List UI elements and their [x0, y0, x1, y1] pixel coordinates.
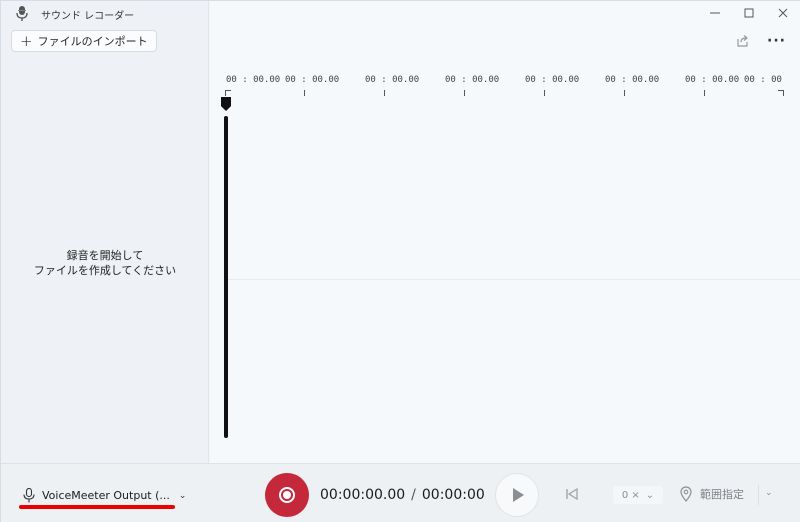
ruler-label: 00 : 00 [744, 75, 782, 85]
waveform-baseline [228, 279, 800, 280]
ruler-label: 00 : 00.00 [365, 75, 420, 85]
range-select-button[interactable]: 範囲指定 [679, 486, 744, 502]
import-file-button[interactable]: + ファイルのインポート [11, 30, 157, 52]
close-button[interactable] [766, 1, 800, 25]
sound-recorder-window: サウンド レコーダー + ファイルのインポート 録音を開始して ファイルを作成し… [0, 0, 800, 522]
maximize-button[interactable] [732, 1, 766, 25]
record-button[interactable] [265, 473, 309, 517]
ruler-tick [384, 90, 385, 96]
recordings-sidebar: サウンド レコーダー + ファイルのインポート 録音を開始して ファイルを作成し… [1, 1, 209, 463]
total-time: 00:00:00 [421, 487, 485, 503]
empty-state-message: 録音を開始して ファイルを作成してください [1, 248, 209, 278]
play-icon [513, 488, 524, 502]
time-separator: / [411, 487, 416, 503]
input-device-selector[interactable]: VoiceMeeter Output (... ⌄ [23, 488, 186, 503]
app-title: サウンド レコーダー [41, 11, 135, 22]
empty-state-line-2: ファイルを作成してください [33, 264, 177, 277]
ruler-tick [304, 90, 305, 96]
microphone-app-icon [16, 6, 28, 21]
input-device-label: VoiceMeeter Output (... [42, 489, 170, 502]
microphone-icon [23, 488, 35, 503]
play-button[interactable] [495, 473, 539, 517]
waveform-pane: ··· 00 : 00.00 00 : 00.00 00 : 00.00 00 … [210, 1, 800, 463]
ruler-label: 00 : 00.00 [525, 75, 580, 85]
time-display: 00:00:00.00 / 00:00:00 [320, 487, 485, 503]
range-start-marker [225, 90, 231, 96]
playhead-handle[interactable] [221, 97, 231, 111]
ruler-label: 00 : 00.00 [285, 75, 340, 85]
ruler-tick [624, 90, 625, 96]
window-caption-buttons [698, 1, 800, 25]
ruler-label: 00 : 00.00 [685, 75, 740, 85]
ruler-tick [704, 90, 705, 96]
skip-to-start-button[interactable] [563, 485, 581, 503]
range-options-chevron-icon[interactable]: ⌄ [765, 488, 773, 498]
chevron-down-icon: ⌄ [645, 489, 655, 501]
top-actions: ··· [735, 33, 786, 49]
playback-controls: VoiceMeeter Output (... ⌄ 00:00:00.00/00… [1, 463, 800, 522]
chevron-down-icon: ⌄ [178, 490, 187, 501]
ruler-label: 00 : 00.00 [605, 75, 660, 85]
minimize-button[interactable] [698, 1, 732, 25]
plus-icon: + [20, 31, 33, 50]
timeline-ruler: 00 : 00.00 00 : 00.00 00 : 00.00 00 : 00… [210, 75, 800, 99]
record-icon [279, 487, 295, 503]
current-time: 00:00:00.00 [320, 487, 406, 503]
playback-speed-label: 0 × [621, 489, 640, 501]
location-pin-icon [680, 486, 692, 502]
skip-to-start-icon [566, 488, 578, 500]
playback-speed-selector[interactable]: 0 × ⌄ [613, 486, 663, 504]
range-end-marker [778, 90, 784, 96]
range-select-label: 範囲指定 [700, 488, 744, 501]
divider [758, 485, 759, 505]
playhead-line[interactable] [224, 116, 228, 438]
annotation-underline [19, 505, 175, 509]
ruler-tick [544, 90, 545, 96]
close-icon [778, 8, 788, 18]
share-icon[interactable] [735, 34, 749, 48]
ruler-tick [464, 90, 465, 96]
maximize-icon [744, 8, 754, 18]
import-file-label: ファイルのインポート [37, 35, 148, 48]
empty-state-line-1: 録音を開始して [66, 249, 144, 262]
ruler-label: 00 : 00.00 [445, 75, 500, 85]
minimize-icon [710, 12, 720, 14]
ruler-label: 00 : 00.00 [226, 75, 281, 85]
more-icon[interactable]: ··· [767, 33, 786, 49]
